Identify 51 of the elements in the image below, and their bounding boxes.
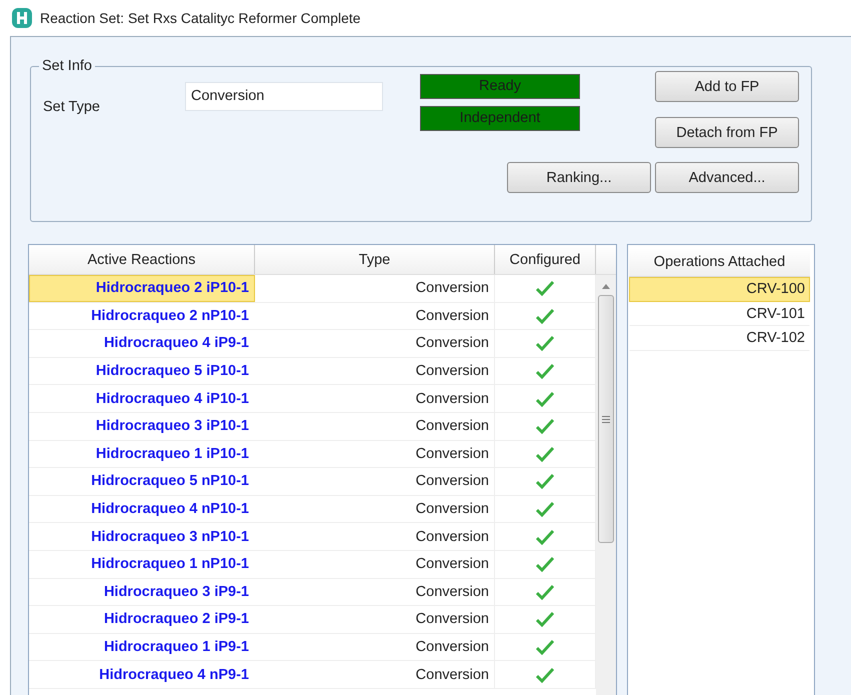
table-cell: Conversion: [255, 412, 495, 440]
scrollbar[interactable]: [596, 275, 616, 695]
grip-icon: [602, 416, 610, 422]
operation-item[interactable]: CRV-101: [629, 302, 810, 326]
table-cell: Conversion: [255, 468, 495, 495]
set-type-field[interactable]: Conversion: [185, 82, 383, 111]
reaction-name-cell[interactable]: Hidrocraqueo 2 iP9-1: [29, 606, 255, 633]
status-indicator: Ready: [420, 74, 580, 99]
column-header[interactable]: Configured: [495, 245, 596, 274]
reaction-name-cell[interactable]: Hidrocraqueo 5 nP10-1: [29, 468, 255, 495]
reaction-name-cell[interactable]: Hidrocraqueo 1 nP10-1: [29, 550, 255, 578]
add-button[interactable]: Add to FP: [655, 71, 799, 102]
reaction-name-cell[interactable]: Hidrocraqueo 1 iP9-1: [29, 634, 255, 660]
table-cell: Conversion: [255, 440, 495, 468]
reaction-name-cell[interactable]: Hidrocraqueo 3 iP9-1: [29, 578, 255, 606]
group-legend: Set Info: [39, 58, 95, 74]
reaction-name-cell[interactable]: Hidrocraqueo 5 iP10-1: [29, 358, 255, 384]
detach-button[interactable]: Detach from FP: [655, 117, 799, 148]
table-cell: Conversion: [255, 302, 495, 330]
reaction-name-cell[interactable]: Hidrocraqueo 1 iP10-1: [29, 440, 255, 468]
table-cell: Conversion: [255, 358, 495, 384]
advanced-button[interactable]: Advanced...: [655, 162, 799, 193]
reaction-name-cell[interactable]: Hidrocraqueo 2 nP10-1: [29, 302, 255, 330]
status-indicator: Independent: [420, 106, 580, 131]
table-cell: Conversion: [255, 578, 495, 606]
reaction-name-cell[interactable]: Hidrocraqueo 3 nP10-1: [29, 523, 255, 550]
scroll-up-icon[interactable]: [602, 284, 610, 289]
table-cell: Conversion: [255, 661, 495, 688]
field-label: Set Type: [43, 99, 100, 115]
table-cell: Conversion: [255, 496, 495, 522]
table-cell: Conversion: [255, 550, 495, 578]
operation-item[interactable]: CRV-102: [629, 326, 810, 350]
table-cell: Conversion: [255, 606, 495, 633]
reaction-name-cell[interactable]: Hidrocraqueo 3 iP10-1: [29, 412, 255, 440]
column-header[interactable]: Type: [255, 245, 495, 274]
reaction-name-cell[interactable]: Hidrocraqueo 4 nP9-1: [29, 661, 255, 688]
column-header[interactable]: Active Reactions: [29, 245, 255, 274]
reaction-name-cell[interactable]: Hidrocraqueo 4 nP10-1: [29, 496, 255, 522]
window-title: Reaction Set: Set Rxs Catalityc Reformer Complete: [40, 10, 361, 26]
table-cell: Conversion: [255, 275, 495, 302]
table-cell: Conversion: [255, 330, 495, 357]
table-cell: Conversion: [255, 385, 495, 412]
reaction-name-cell[interactable]: Hidrocraqueo 4 iP9-1: [29, 330, 255, 357]
reaction-name-cell[interactable]: Hidrocraqueo 4 iP10-1: [29, 385, 255, 412]
scroll-thumb[interactable]: [598, 295, 614, 543]
ranking-button[interactable]: Ranking...: [507, 162, 651, 193]
app-logo-icon: [12, 8, 32, 28]
reaction-name-cell[interactable]: Hidrocraqueo 2 iP10-1: [29, 275, 255, 302]
table-cell: Conversion: [255, 634, 495, 660]
table-cell: Conversion: [255, 523, 495, 550]
operation-item[interactable]: CRV-100: [629, 277, 810, 302]
